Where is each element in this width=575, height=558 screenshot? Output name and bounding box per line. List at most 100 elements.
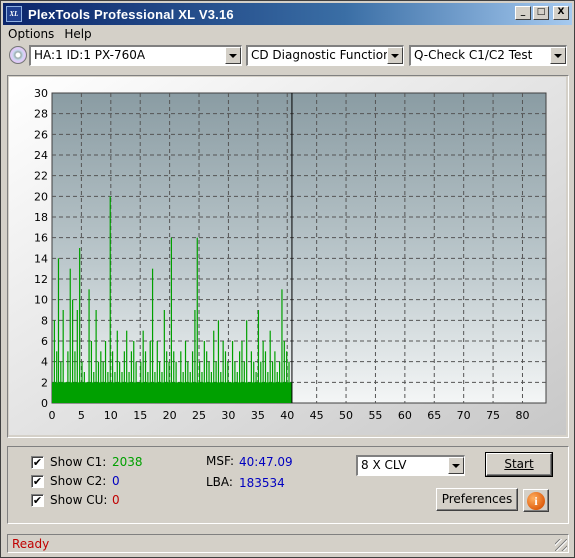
x-tick-label: 0 [49, 409, 56, 422]
c1-bar [267, 372, 269, 403]
show-c2-checkbox[interactable]: ✔ [31, 474, 44, 488]
c1-bar [208, 361, 210, 403]
c2-count: 0 [112, 474, 120, 488]
c1-bar [184, 341, 187, 403]
c1-bar [90, 341, 93, 403]
c1-bar [206, 351, 208, 403]
c1-bar [114, 372, 116, 403]
c1-bar [67, 351, 69, 403]
show-c1-label: Show C1: [50, 455, 107, 469]
c1-bar [182, 372, 184, 403]
function-select[interactable]: CD Diagnostic Functions [246, 45, 404, 66]
show-c1-option[interactable]: ✔ Show C1: [31, 454, 108, 470]
c1-bar [279, 361, 281, 403]
c1-bar [166, 351, 168, 403]
c1-bar [243, 361, 245, 403]
lba-label: LBA: [206, 475, 233, 489]
chevron-down-icon[interactable] [225, 47, 241, 64]
x-tick-label: 35 [251, 409, 265, 422]
resize-grip-icon[interactable] [555, 539, 567, 551]
show-c1-checkbox[interactable]: ✔ [31, 455, 44, 469]
cd-drive-icon [9, 46, 27, 64]
start-button-label: Start [504, 457, 534, 471]
status-bar: Ready [7, 534, 569, 553]
c1-bar [250, 351, 252, 403]
toolbar: HA:1 ID:1 PX-760A CD Diagnostic Function… [7, 45, 569, 67]
c1-bar [231, 341, 234, 403]
chevron-down-icon[interactable] [448, 457, 464, 474]
c1-bar [151, 268, 154, 403]
y-tick-label: 28 [34, 108, 48, 121]
menu-options[interactable]: Options [3, 27, 59, 41]
chevron-down-icon[interactable] [550, 47, 566, 64]
msf-label: MSF: [206, 454, 234, 468]
x-tick-label: 30 [221, 409, 235, 422]
cu-count: 0 [112, 493, 120, 507]
y-tick-label: 0 [41, 397, 48, 410]
c1-bar [107, 372, 109, 403]
lba-value: 183534 [239, 476, 285, 490]
show-c2-option[interactable]: ✔ Show C2: [31, 473, 108, 489]
c1-bar [187, 361, 189, 403]
menu-help[interactable]: Help [59, 27, 96, 41]
maximize-button[interactable]: □ [533, 6, 549, 20]
options-group: ✔ Show C1: 2038 ✔ Show C2: 0 ✔ Show CU: … [7, 446, 569, 524]
msf-value: 40:47.09 [239, 455, 293, 469]
show-cu-label: Show CU: [50, 493, 108, 507]
c1-bar [119, 361, 121, 403]
preferences-button[interactable]: Preferences [436, 488, 518, 511]
y-tick-label: 4 [41, 356, 48, 369]
drive-select[interactable]: HA:1 ID:1 PX-760A [29, 45, 242, 66]
y-tick-label: 10 [34, 294, 48, 307]
show-c2-label: Show C2: [50, 474, 107, 488]
c1-bar [274, 351, 276, 403]
y-tick-label: 6 [41, 335, 48, 348]
x-tick-label: 80 [515, 409, 529, 422]
c1-bar [76, 310, 78, 403]
chevron-down-icon[interactable] [387, 47, 403, 64]
show-cu-checkbox[interactable]: ✔ [31, 493, 44, 507]
c1-bar [69, 268, 71, 403]
c1-bar [194, 310, 196, 403]
c1-bar [220, 372, 222, 403]
c1-bar [149, 341, 151, 403]
c1-bar [215, 361, 217, 403]
start-button[interactable]: Start [485, 452, 553, 477]
c1-bar [126, 330, 128, 403]
y-tick-label: 24 [34, 149, 48, 162]
speed-select[interactable]: 8 X CLV [356, 455, 465, 476]
c1-bar [222, 341, 224, 403]
c1-bar [74, 351, 76, 403]
c1-bar [102, 361, 104, 403]
c1-bar [81, 361, 83, 403]
c1-bar [159, 361, 161, 403]
c1-bar [133, 341, 135, 403]
info-icon: i [527, 492, 545, 510]
x-tick-label: 70 [457, 409, 471, 422]
title-bar: XL PlexTools Professional XL V3.16 _ □ X [3, 3, 572, 25]
minimize-button[interactable]: _ [515, 6, 531, 20]
c1-bar [262, 341, 264, 403]
c1-bar [83, 372, 85, 403]
c1-bar [239, 351, 241, 403]
c1-bar [62, 310, 64, 403]
info-button[interactable]: i [523, 489, 549, 512]
c1-bar [264, 351, 267, 403]
c1-bar [257, 310, 260, 403]
x-tick-label: 45 [310, 409, 324, 422]
close-button[interactable]: X [553, 6, 569, 20]
c1-bar [253, 361, 255, 403]
c1-bar [283, 341, 285, 403]
x-tick-label: 40 [280, 409, 294, 422]
x-tick-label: 20 [163, 409, 177, 422]
c1-bar [71, 299, 74, 403]
show-cu-option[interactable]: ✔ Show CU: [31, 492, 108, 508]
c1-bar [255, 372, 257, 403]
c1-bar [246, 320, 248, 403]
c1-bar [170, 237, 172, 403]
test-select-value: Q-Check C1/C2 Test [414, 48, 533, 62]
c1-bar [175, 361, 177, 403]
c1-bar [147, 372, 149, 403]
test-select[interactable]: Q-Check C1/C2 Test [409, 45, 567, 66]
c1-bar [203, 341, 205, 403]
